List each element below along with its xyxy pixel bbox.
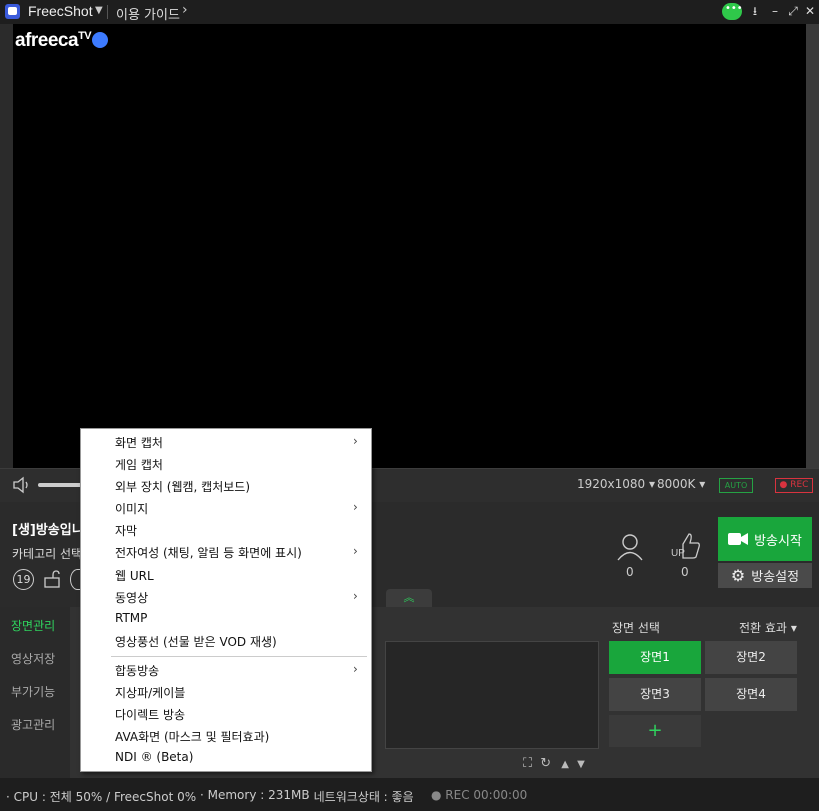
refresh-icon[interactable]: ↻ [540, 756, 551, 771]
status-bar: · CPU : 전체 50% / FreecShot 0% · Memory :… [0, 778, 819, 811]
menu-item-game-capture[interactable]: 게임 캡처 [115, 456, 163, 473]
menu-item-terrestrial-cable[interactable]: 지상파/케이블 [115, 684, 185, 701]
transition-label: 전환 효과 [739, 621, 787, 635]
menu-item-video[interactable]: 동영상 [115, 589, 148, 606]
preview-side-strip [806, 24, 819, 468]
menu-item-rtmp[interactable]: RTMP [115, 611, 147, 625]
chevron-down-icon: ▾ [649, 477, 656, 491]
app-menu-chevron-down-icon[interactable]: ▼ [95, 5, 103, 16]
unlock-icon[interactable] [44, 570, 60, 588]
chat-icon[interactable] [722, 3, 743, 20]
volume-slider[interactable] [38, 483, 86, 487]
thumbs-up-icon: UP [671, 533, 700, 559]
collapse-chevron-up-icon[interactable]: ︽ [386, 589, 432, 607]
scene-select-title: 장면 선택 [612, 621, 660, 635]
start-broadcast-label: 방송시작 [754, 533, 802, 549]
menu-separator [111, 656, 367, 657]
scene-3-button[interactable]: 장면3 [609, 678, 701, 711]
resolution-select[interactable]: 1920x1080 ▾ [577, 477, 655, 491]
nav-video-save[interactable]: 영상저장 [11, 650, 55, 667]
category-select[interactable]: 카테고리 선택 [12, 545, 82, 562]
broadcast-title[interactable]: [생]방송입니 [12, 519, 84, 538]
nav-extra-features[interactable]: 부가기능 [11, 683, 55, 700]
gear-icon: ⚙ [730, 566, 746, 585]
source-list[interactable] [385, 641, 599, 749]
menu-item-ava-screen[interactable]: AVA화면 (마스크 및 필터효과) [115, 728, 269, 745]
viewer-icon [617, 534, 643, 561]
broadcast-settings-button[interactable]: ⚙ 방송설정 [718, 563, 812, 588]
age-restriction-icon[interactable]: 19 [13, 569, 34, 590]
resolution-value: 1920x1080 [577, 477, 646, 491]
chevron-down-icon: ▾ [790, 621, 797, 635]
submenu-arrow-icon: › [353, 434, 358, 448]
scene-2-button[interactable]: 장면2 [705, 641, 797, 674]
afreecatv-logo: afreecaTV [15, 30, 109, 52]
move-up-icon[interactable]: ▲ [561, 759, 569, 770]
close-button[interactable]: ✕ [802, 3, 818, 19]
rec-toggle[interactable]: ● REC [775, 478, 813, 493]
viewer-count: 0 [626, 565, 634, 579]
menu-item-web-url[interactable]: 웹 URL [115, 567, 154, 584]
rec-timer: ● REC 00:00:00 [431, 788, 528, 802]
scene-4-button[interactable]: 장면4 [705, 678, 797, 711]
menu-item-ndi[interactable]: NDI ® (Beta) [115, 750, 193, 764]
menu-item-electronic-widget[interactable]: 전자여성 (채팅, 알림 등 화면에 표시) [115, 544, 302, 561]
app-logo-icon [5, 4, 20, 19]
start-broadcast-button[interactable]: 방송시작 [718, 517, 812, 561]
menu-item-video-balloon[interactable]: 영상풍선 (선물 받은 VOD 재생) [115, 633, 277, 650]
minimize-button[interactable]: – [767, 3, 783, 19]
source-tools: ⛶ ↻ ▲ ▼ [523, 756, 585, 771]
up-count: 0 [681, 565, 689, 579]
download-icon[interactable]: ⭳ [747, 3, 763, 19]
user-guide-link[interactable]: 이용 가이드 [116, 4, 180, 23]
submenu-arrow-icon: › [353, 500, 358, 514]
logo-tv: TV [78, 30, 92, 42]
network-status: · 네트워크상태 : 좋음 [306, 790, 414, 804]
menu-item-screen-capture[interactable]: 화면 캡처 [115, 434, 163, 451]
title-bar: FreecShot ▼ 이용 가이드 › ⭳ – ⤢ ✕ [0, 0, 819, 24]
fit-screen-icon[interactable]: ⛶ [523, 756, 532, 771]
submenu-arrow-icon: › [353, 589, 358, 603]
video-camera-icon [728, 533, 749, 545]
menu-item-direct-broadcast[interactable]: 다이렉트 방송 [115, 706, 185, 723]
auto-toggle[interactable]: AUTO [719, 478, 753, 493]
volume-icon[interactable] [12, 476, 34, 494]
svg-text:UP: UP [671, 548, 685, 559]
submenu-arrow-icon: › [353, 544, 358, 558]
scene-1-button[interactable]: 장면1 [609, 641, 701, 674]
mascot-icon [92, 32, 109, 48]
menu-item-external-device[interactable]: 외부 장치 (웹캠, 캡처보드) [115, 478, 250, 495]
submenu-arrow-icon: › [353, 662, 358, 676]
add-scene-button[interactable]: + [609, 715, 701, 747]
broadcast-preview[interactable] [13, 24, 806, 468]
chevron-down-icon: ▾ [699, 477, 706, 491]
app-name[interactable]: FreecShot [28, 3, 93, 19]
nav-ad-management[interactable]: 광고관리 [11, 716, 55, 733]
move-down-icon[interactable]: ▼ [577, 759, 585, 770]
broadcast-settings-label: 방송설정 [751, 570, 800, 585]
bitrate-value: 8000K [657, 477, 696, 491]
logo-text: afreeca [15, 30, 79, 51]
maximize-button[interactable]: ⤢ [785, 3, 801, 19]
menu-item-joint-broadcast[interactable]: 합동방송 [115, 662, 159, 679]
add-source-context-menu: 화면 캡처 › 게임 캡처 외부 장치 (웹캠, 캡처보드) 이미지 › 자막 … [80, 428, 372, 772]
cpu-usage: · CPU : 전체 50% / FreecShot 0% [6, 790, 197, 804]
transition-effect-select[interactable]: 전환 효과 ▾ [739, 619, 797, 636]
menu-item-subtitle[interactable]: 자막 [115, 522, 137, 539]
memory-usage: · Memory : 231MB [200, 788, 310, 802]
menu-item-image[interactable]: 이미지 [115, 500, 148, 517]
title-divider [107, 5, 108, 19]
bitrate-select[interactable]: 8000K ▾ [657, 477, 705, 491]
nav-scene-management[interactable]: 장면관리 [11, 617, 55, 634]
chevron-right-icon[interactable]: › [182, 2, 188, 18]
